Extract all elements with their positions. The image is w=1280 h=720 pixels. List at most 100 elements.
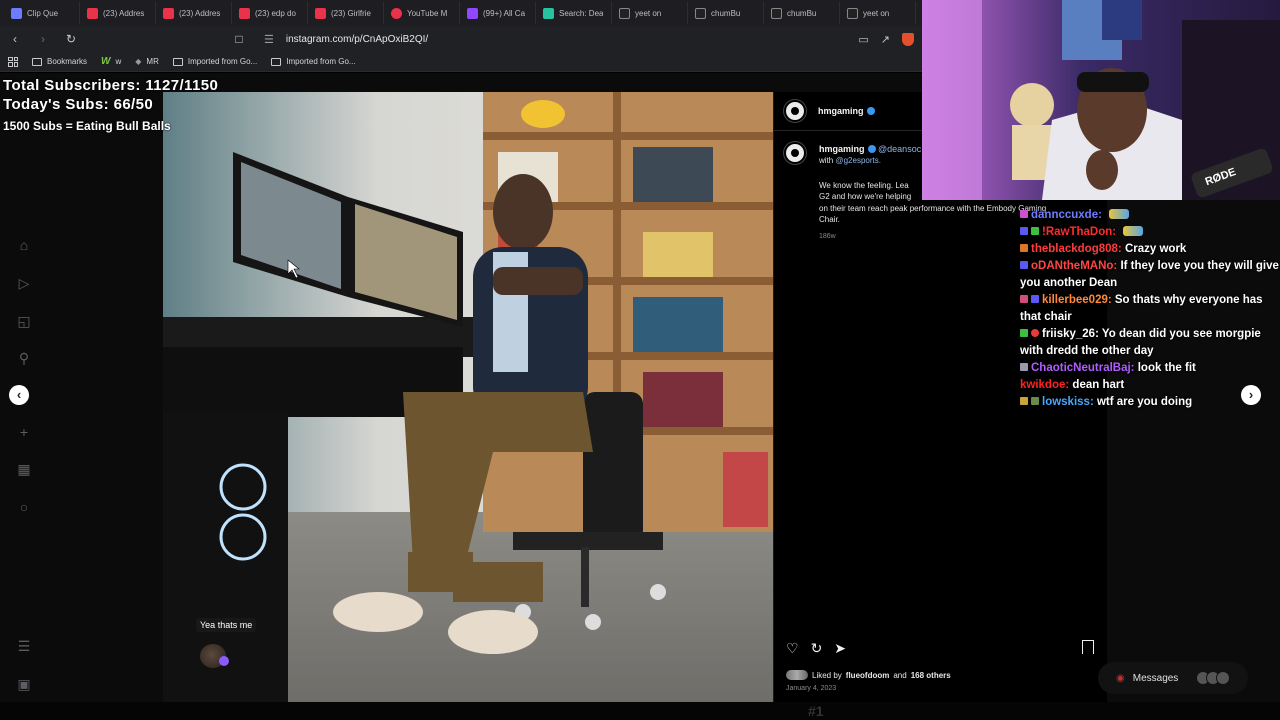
profile-icon[interactable]: ○ [16,499,32,515]
chat-message: kwikdoe: dean hart [1020,377,1280,394]
browser-tab[interactable]: (23) edp do [234,2,308,24]
mention-link[interactable]: @deansoc [878,144,921,154]
bookmark-label: Imported from Go... [187,57,258,66]
chat-badge-icon [1020,227,1028,235]
folder-icon [271,57,282,66]
browser-tab[interactable]: chumBu [766,2,840,24]
bookmark-item[interactable]: Ww [101,56,121,67]
chat-username: ChaoticNeutralBaj: [1031,362,1135,374]
site-info-icon[interactable]: ☰ [264,33,274,46]
caption-line: on their team reach peak performance wit… [819,204,1047,213]
tab-label: (23) Addres [103,8,145,18]
reels-icon[interactable]: ▷ [16,275,32,291]
bottom-strip [0,702,1280,720]
post-photo[interactable] [163,92,773,702]
browser-tab[interactable]: (99+) All Ca [462,2,536,24]
create-icon[interactable]: + [16,424,32,440]
browser-tab[interactable]: (23) Addres [158,2,232,24]
chat-badge-icon [1020,210,1028,218]
dashboard-icon[interactable]: ▦ [16,461,32,477]
tab-label: (23) edp do [255,8,296,18]
x-icon [771,7,782,19]
browser-tab[interactable]: YouTube M [386,2,460,24]
tab-label: chumBu [711,8,741,18]
chat-badge-icon [1031,295,1039,303]
likes-line: Liked by flueofdoom and 168 others [786,670,951,680]
messenger-icon[interactable]: ◱ [16,313,32,329]
menu-icon[interactable]: ☰ [16,638,32,654]
browser-tab[interactable]: chumBu [690,2,764,24]
liked-by-others[interactable]: 168 others [911,671,951,680]
chat-badge-icon [1020,397,1028,405]
apps-grid-icon[interactable] [8,56,18,67]
repost-icon[interactable]: ↻ [811,640,823,657]
liker-avatars[interactable] [786,670,808,680]
chat-username: !RawThaDon: [1042,226,1117,238]
bookmarks-bar: Bookmarks Ww ◆ MR Imported from Go... Imp… [0,52,922,72]
browser-tab[interactable]: Search: Dea [538,2,612,24]
threads-icon[interactable]: ▣ [16,676,32,692]
liked-by-label: Liked by [812,670,842,680]
post-age: 186w [819,233,836,240]
back-icon[interactable]: ‹ [8,32,22,46]
bottom-label: #1 [808,703,824,719]
reload-icon[interactable]: ↻ [64,32,78,46]
mr-logo-icon: ◆ [135,57,142,66]
browser-tab[interactable]: Clip Que [6,2,80,24]
youtube-icon [87,7,98,19]
author-username[interactable]: hmgaming [818,106,864,116]
chat-username: killerbee029: [1042,294,1112,306]
like-icon[interactable]: ♡ [786,640,799,657]
address-bar: ‹ › ↻ □ ☰ instagram.com/p/CnApOxiB2QI/ ▭… [0,26,922,52]
cast-icon[interactable]: ▭ [858,33,868,46]
url-field[interactable]: ☰ instagram.com/p/CnApOxiB2QI/ [260,29,844,49]
tab-label: YouTube M [407,8,448,18]
share-icon[interactable]: ➤ [834,640,846,657]
tt-icon [543,7,554,19]
search-icon[interactable]: ⚲ [16,350,32,366]
caption-line: Chair. [819,215,840,224]
tab-label: yeet on [863,8,890,18]
bookmark-page-icon[interactable]: □ [232,32,246,46]
previous-post-button[interactable]: ‹ [9,385,29,405]
bookmark-item[interactable]: Imported from Go... [271,57,356,66]
chat-message: dannccuxde: [1020,207,1280,224]
chat-text: look the fit [1137,362,1196,374]
share-icon[interactable]: ↗ [881,33,890,46]
bookmark-label: Bookmarks [47,57,88,66]
bookmark-item[interactable]: ◆ MR [135,57,159,66]
emote-icon [1109,209,1130,219]
tab-label: Search: Dea [559,8,604,18]
messages-button[interactable]: ◉ Messages [1098,662,1248,694]
x-icon [695,7,706,19]
emote-icon [1123,226,1144,236]
caption-username[interactable]: hmgaming [819,144,865,154]
bookmark-item[interactable]: Imported from Go... [172,57,258,66]
liked-by-user[interactable]: flueofdoom [846,671,890,680]
caption-avatar[interactable] [784,142,806,164]
verified-icon [867,145,876,153]
chat-badge-icon [1020,261,1028,269]
chat-badge-icon [1031,227,1039,235]
bookmark-item[interactable]: Bookmarks [32,57,87,66]
home-icon[interactable]: ⌂ [16,237,32,253]
author-avatar[interactable] [784,100,806,122]
sub-goal: 1500 Subs = Eating Bull Balls [3,119,171,133]
chat-username: lowskiss: [1042,396,1094,408]
g2-mention-link[interactable]: @g2esports. [835,156,880,165]
browser-tab[interactable]: (23) Girlfrie [310,2,384,24]
bookmark-label: Imported from Go... [286,57,356,66]
post-author[interactable]: hmgaming [818,106,875,116]
browser-tab[interactable]: (23) Addres [82,2,156,24]
browser-tab[interactable]: yeet on [614,2,688,24]
chat-text: dean hart [1072,379,1125,391]
folder-icon [172,57,183,66]
forward-icon[interactable]: › [36,32,50,46]
brave-shield-icon[interactable] [902,32,914,46]
url-text: instagram.com/p/CnApOxiB2QI/ [285,33,429,45]
toolbar-actions: ▭ ↗ [858,32,914,46]
browser-tab[interactable]: yeet on [842,2,916,24]
youtube-icon [239,7,250,19]
save-icon[interactable] [1082,640,1094,654]
chat-text: wtf are you doing [1096,396,1193,408]
